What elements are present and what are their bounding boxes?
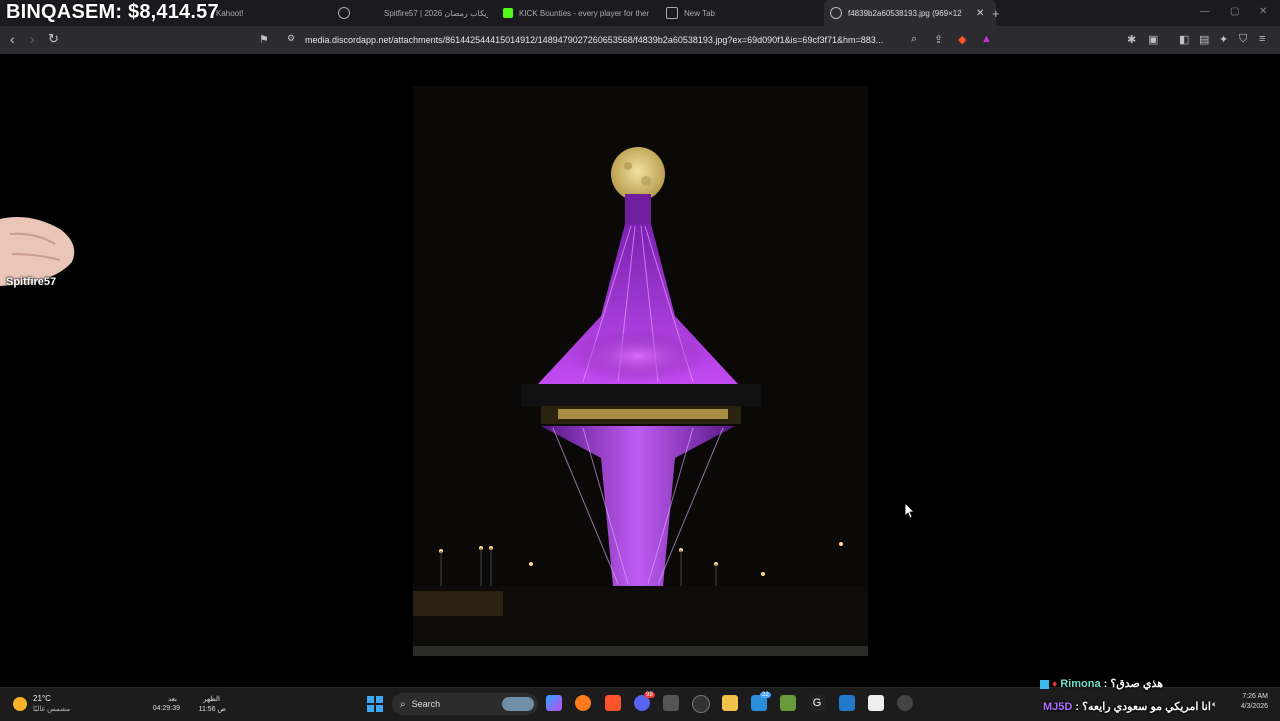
close-tab-icon[interactable]: ✕ [976,8,984,19]
weather-description[interactable]: مشمس غالبًا [33,705,70,713]
minimize-window-button[interactable]: — [1200,6,1210,17]
moderator-badge-icon: ♦ [1052,679,1058,690]
prayer-next-label: بعد [168,696,177,703]
tab-label: KICK Bounties - every player for them [519,8,649,18]
windows-start-icon[interactable] [367,696,383,712]
weather-sun-icon[interactable] [13,697,27,711]
brave-shield-icon [666,7,678,19]
prayer-name: الظهر [203,696,220,703]
system-clock[interactable]: 7:26 AM 4/3/2026 [1234,693,1268,710]
extensions-icon[interactable]: ✱ [1127,33,1136,46]
wallet-icon[interactable]: ▤ [1199,33,1209,46]
prayer-countdown: 04:29:39 [152,705,180,712]
search-label: Search [411,699,441,709]
search-highlight-icon [502,697,534,711]
globe-icon [830,7,842,19]
site-info-icon[interactable]: ⚙ [287,33,295,44]
file-explorer-icon[interactable] [722,695,738,711]
url-text[interactable]: media.discordapp.net/attachments/8614425… [305,35,890,45]
chrome-app-icon[interactable] [897,695,913,711]
tab-label: Kahoot! [216,8,244,18]
tower-photo [413,86,868,656]
discord-badge: 99 [644,692,655,698]
menu-icon[interactable]: ≡ [1259,33,1265,45]
tab-new-tab[interactable]: New Tab [666,0,786,26]
tab-spitfire57[interactable]: Spitfire57 | ريكاب رمضان 2026 [338,0,488,26]
brave-shields-icon[interactable]: ◆ [958,33,966,46]
copilot-icon[interactable] [546,695,562,711]
weather-temperature[interactable]: 21°C [33,694,51,703]
tab-kahoot[interactable]: Kahoot! [216,0,326,26]
chat-username: Rimona [1060,678,1101,690]
mouse-cursor-icon [905,503,915,519]
chat-separator: : [1075,701,1080,713]
volume-icon[interactable]: 🔈︎ [1212,699,1217,710]
chatgpt-icon[interactable] [692,695,710,713]
chat-separator: : [1103,678,1108,690]
media-icon[interactable]: ▣ [1148,33,1158,46]
clock-time: 7:26 AM [1242,693,1268,700]
brave-rewards-icon[interactable]: ▲ [981,33,992,45]
sidebar-icon[interactable]: ◧ [1179,33,1189,46]
chat-username: MJ5D [1043,701,1073,713]
streamer-name-label: Spitfire57 [6,276,57,288]
reload-icon[interactable]: ↻ [48,32,59,46]
tab-kick-bounties[interactable]: KICK Bounties - every player for them [503,0,649,26]
share-icon[interactable]: ⇪ [934,33,943,46]
firefox-icon[interactable] [575,695,591,711]
close-window-button[interactable]: ✕ [1259,6,1267,17]
brave-icon[interactable] [605,695,621,711]
bookmark-icon[interactable]: ⚑ [259,33,269,46]
zoom-icon[interactable]: ⌕ [911,33,917,46]
chat-text: هذي صدق؟ [1110,678,1164,690]
globe-icon [338,7,350,19]
chat-message: ♦ Rimona : هذي صدق؟ [1040,677,1163,690]
kick-icon [503,8,513,18]
vscode-icon[interactable] [839,695,855,711]
tab-label: f4839b2a60538193.jpg (969×12 [848,8,962,18]
notion-icon[interactable] [868,695,884,711]
clock-date: 4/3/2026 [1240,703,1268,710]
chat-message: MJ5D : انا امريكي مو سعودي رايعه؟ [1043,700,1211,713]
tower-illustration [413,86,868,656]
leo-ai-icon[interactable]: ✦ [1219,33,1228,46]
prayer-time: 11:56 ص [198,706,226,713]
obs-icon[interactable] [663,695,679,711]
vpn-shield-icon[interactable]: ⛉ [1239,33,1247,46]
todo-badge: 22 [760,692,771,698]
address-bar[interactable]: media.discordapp.net/attachments/8614425… [280,30,994,50]
new-tab-button[interactable]: + [992,6,1000,21]
tab-label: Spitfire57 | ريكاب رمضان 2026 [384,8,488,18]
tab-image-active[interactable]: f4839b2a60538193.jpg (969×12 ✕ [824,0,996,26]
chat-text: انا امريكي مو سعودي رايعه؟ [1082,701,1211,713]
taskbar-search[interactable]: ⌕ Search [392,693,538,715]
stream-balance-overlay: BINQASEM: $8,414.57 [6,1,219,23]
maximize-window-button[interactable]: ▢ [1230,6,1239,17]
minecraft-icon[interactable] [780,695,796,711]
back-icon[interactable]: ‹ [10,32,15,46]
tab-label: New Tab [684,8,715,18]
subscriber-badge-icon [1040,679,1049,689]
search-icon: ⌕ [400,698,406,710]
forward-icon[interactable]: › [30,32,35,46]
g-app-icon[interactable]: G [809,695,825,711]
